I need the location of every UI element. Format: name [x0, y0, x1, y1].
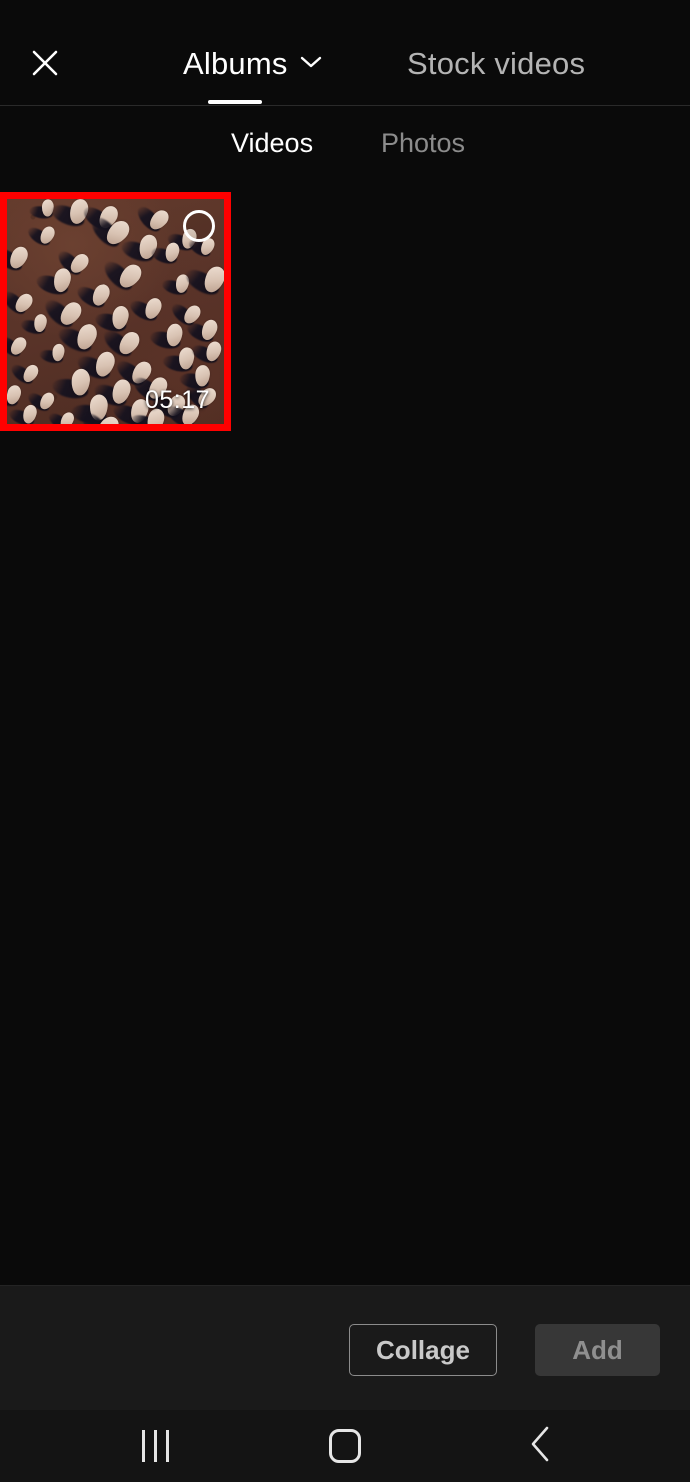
collage-button[interactable]: Collage — [349, 1324, 497, 1376]
chevron-down-icon[interactable] — [300, 55, 322, 74]
home-button[interactable] — [290, 1410, 400, 1482]
android-navigation-bar — [0, 1410, 690, 1482]
subtab-videos[interactable]: Videos — [231, 128, 313, 159]
add-button[interactable]: Add — [535, 1324, 660, 1376]
media-picker-screen: Albums Stock videos Videos Photos 05:17 — [0, 0, 690, 1482]
active-tab-indicator — [208, 100, 262, 104]
back-chevron-icon — [529, 1424, 553, 1469]
back-button[interactable] — [486, 1410, 596, 1482]
media-tile-video[interactable]: 05:17 — [0, 192, 231, 431]
video-duration-label: 05:17 — [144, 386, 210, 414]
home-square-icon — [329, 1429, 361, 1463]
tab-albums-label: Albums — [183, 46, 288, 81]
recents-button[interactable] — [100, 1410, 210, 1482]
media-type-subtabs: Videos Photos — [0, 106, 690, 192]
subtab-photos[interactable]: Photos — [381, 128, 465, 159]
top-header: Albums Stock videos — [0, 0, 690, 106]
recents-bars-icon — [141, 1430, 169, 1462]
tab-stock-videos[interactable]: Stock videos — [407, 40, 585, 88]
circle-checkbox-icon[interactable] — [183, 210, 215, 242]
tab-albums[interactable]: Albums — [183, 40, 322, 88]
tab-stock-videos-label: Stock videos — [407, 46, 586, 81]
collage-button-label: Collage — [376, 1334, 470, 1365]
close-x-icon — [27, 45, 63, 81]
add-button-label: Add — [572, 1334, 623, 1365]
media-grid: 05:17 — [0, 192, 690, 1285]
bottom-toolbar: Collage Add — [0, 1285, 690, 1410]
close-button[interactable] — [22, 40, 68, 86]
